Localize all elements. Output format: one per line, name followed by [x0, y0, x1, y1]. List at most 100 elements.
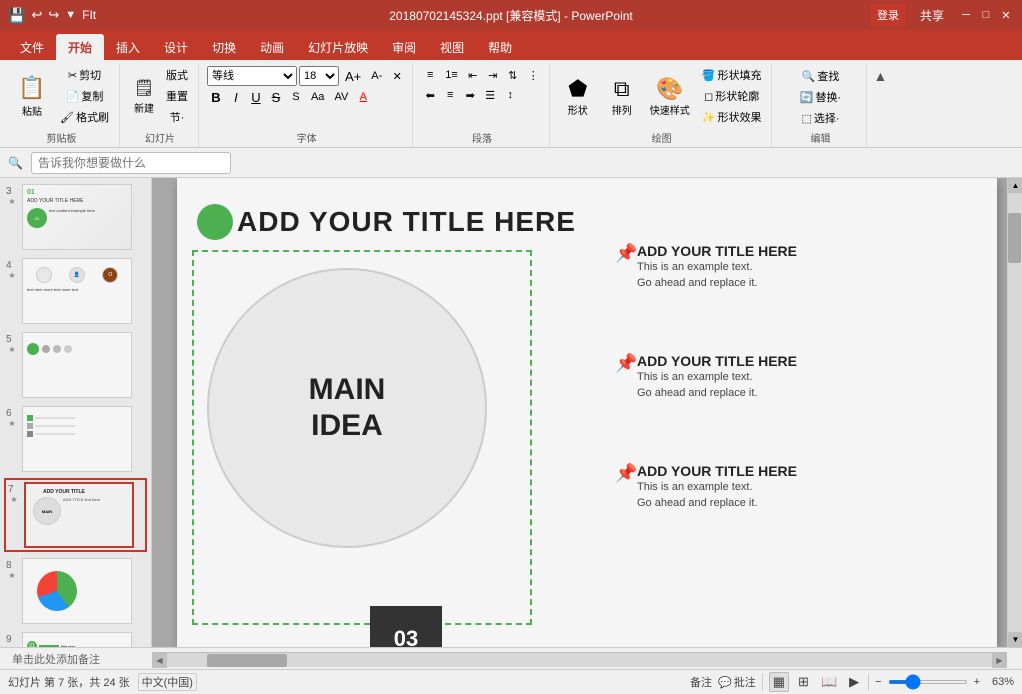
char-spacing-button[interactable]: AV — [330, 88, 352, 106]
align-center-button[interactable]: ≡ — [441, 86, 459, 104]
shape-outline-button[interactable]: ◻ 形状轮廓 — [698, 86, 766, 106]
find-button[interactable]: 🔍 查找 — [780, 66, 860, 86]
slide-sorter-button[interactable]: ⊞ — [795, 673, 812, 691]
status-separator2 — [868, 674, 869, 690]
slide-thumb-6[interactable]: 6 ★ — [4, 404, 147, 474]
indent-increase-button[interactable]: ⇥ — [484, 66, 502, 84]
paste-button[interactable]: 📋 粘贴 — [10, 66, 54, 126]
tab-help[interactable]: 帮助 — [476, 34, 524, 60]
arrange-button[interactable]: ⧉ 排列 — [602, 66, 642, 126]
shape-outline-label: 形状轮廓 — [715, 88, 759, 104]
slide-num-8: 8 — [6, 560, 18, 571]
clipboard-content: 📋 粘贴 ✂ 剪切 📄 复制 🖌 格式刷 — [10, 64, 113, 128]
reading-view-button[interactable]: 📖 — [818, 673, 840, 691]
slide-title[interactable]: ADD YOUR TITLE HERE — [237, 206, 576, 238]
tab-home[interactable]: 开始 — [56, 34, 104, 60]
customize-icon[interactable]: ▼ — [65, 9, 76, 21]
canvas-scroll-down[interactable]: ▼ — [1008, 632, 1022, 647]
restore-button[interactable]: □ — [978, 7, 994, 23]
format-painter-label: 格式刷 — [76, 109, 109, 125]
strikethrough-button[interactable]: S — [267, 88, 285, 106]
bold-button[interactable]: B — [207, 88, 225, 106]
slide-thumb-9[interactable]: 9 ★ 01 title text — [4, 630, 147, 647]
slide-thumb-5[interactable]: 5 ★ — [4, 330, 147, 400]
list-bullets-button[interactable]: ≡ — [421, 66, 439, 84]
tab-file[interactable]: 文件 — [8, 34, 56, 60]
main-circle[interactable]: MAIN IDEA — [207, 268, 487, 548]
font-size-select[interactable]: 18 — [299, 66, 339, 86]
change-case-button[interactable]: Aa — [307, 88, 328, 106]
layout-button[interactable]: 版式 — [162, 65, 192, 85]
zoom-in-button[interactable]: + — [974, 676, 980, 688]
tab-review[interactable]: 审阅 — [380, 34, 428, 60]
columns-button[interactable]: ⋮ — [524, 66, 543, 84]
paste-icon: 📋 — [18, 75, 45, 101]
font-color-button[interactable]: A — [354, 88, 372, 106]
item1-title[interactable]: ADD YOUR TITLE HERE — [637, 243, 797, 259]
shape-fill-button[interactable]: 🪣 形状填充 — [698, 65, 766, 85]
cut-button[interactable]: ✂ 剪切 — [56, 65, 113, 85]
comments-toggle-button[interactable]: 💬 批注 — [718, 674, 756, 690]
clear-format-button[interactable]: ✕ — [388, 67, 406, 85]
underline-button[interactable]: U — [247, 88, 265, 106]
zoom-out-button[interactable]: − — [875, 676, 881, 688]
format-painter-button[interactable]: 🖌 格式刷 — [56, 107, 113, 127]
zoom-range-input[interactable] — [888, 680, 968, 684]
tab-insert[interactable]: 插入 — [104, 34, 152, 60]
align-left-button[interactable]: ⬅ — [421, 86, 439, 104]
para-row2: ⬅ ≡ ➡ ☰ ↕ — [421, 86, 519, 104]
close-button[interactable]: ✕ — [998, 7, 1014, 23]
shape-effects-button[interactable]: ✨ 形状效果 — [698, 107, 766, 127]
minimize-button[interactable]: ─ — [958, 7, 974, 23]
slide-thumb-7[interactable]: 7 ★ ADD YOUR TITLE MAIN ADD TITLE text h… — [4, 478, 147, 552]
justify-button[interactable]: ☰ — [481, 86, 499, 104]
title-left: 💾 ↩ ↪ ▼ FIt — [8, 7, 96, 24]
horizontal-scrollbar: ◀ ▶ — [152, 652, 1007, 667]
redo-icon[interactable]: ↪ — [48, 7, 59, 23]
hscroll-right[interactable]: ▶ — [992, 653, 1007, 668]
replace-button[interactable]: 🔄 替换· — [780, 87, 860, 107]
zoom-level[interactable]: 63% — [986, 676, 1014, 688]
font-decrease-button[interactable]: A- — [367, 67, 386, 85]
section-button[interactable]: 节· — [162, 107, 192, 127]
search-input[interactable] — [31, 152, 231, 174]
tab-animations[interactable]: 动画 — [248, 34, 296, 60]
ribbon-collapse-button[interactable]: ▲ — [873, 68, 887, 84]
font-increase-button[interactable]: A+ — [341, 67, 365, 85]
hscroll-left[interactable]: ◀ — [152, 653, 167, 668]
tab-view[interactable]: 视图 — [428, 34, 476, 60]
shapes-button[interactable]: ⬟ 形状 — [558, 66, 598, 126]
item2-title[interactable]: ADD YOUR TITLE HERE — [637, 353, 797, 369]
copy-button[interactable]: 📄 复制 — [56, 86, 113, 106]
login-button[interactable]: 登录 — [870, 4, 906, 26]
tab-slideshow[interactable]: 幻灯片放映 — [296, 34, 380, 60]
tab-design[interactable]: 设计 — [152, 34, 200, 60]
quick-styles-button[interactable]: 🎨 快速样式 — [646, 66, 694, 126]
italic-button[interactable]: I — [227, 88, 245, 106]
normal-view-button[interactable]: ▦ — [769, 672, 789, 692]
list-numbers-button[interactable]: 1≡ — [441, 66, 462, 84]
slideshow-button[interactable]: ▶ — [846, 673, 862, 691]
slide-thumb-3[interactable]: 3 ★ 01 ADD YOUR TITLE HERE M text conten… — [4, 182, 147, 252]
align-right-button[interactable]: ➡ — [461, 86, 479, 104]
share-button[interactable]: 共享 — [920, 7, 944, 24]
slide-thumb-8[interactable]: 8 ★ — [4, 556, 147, 626]
indent-decrease-button[interactable]: ⇤ — [464, 66, 482, 84]
undo-icon[interactable]: ↩ — [31, 7, 42, 23]
item3-title[interactable]: ADD YOUR TITLE HERE — [637, 463, 797, 479]
canvas-scroll-up[interactable]: ▲ — [1008, 178, 1022, 193]
reset-button[interactable]: 重置 — [162, 86, 192, 106]
slide-thumb-4[interactable]: 4 ★ 👤 O text here more text more text — [4, 256, 147, 326]
text-shadow-button[interactable]: S — [287, 88, 305, 106]
font-name-select[interactable]: 等线 — [207, 66, 297, 86]
save-icon[interactable]: 💾 — [8, 7, 25, 24]
new-slide-button[interactable]: 🗒 新建 — [128, 66, 160, 126]
drawing-content: ⬟ 形状 ⧉ 排列 🎨 快速样式 🪣 形状填充 ◻ — [558, 64, 766, 128]
notes-bar[interactable]: 单击此处添加备注 ◀ ▶ — [0, 647, 1022, 669]
line-spacing-button[interactable]: ↕ — [501, 86, 519, 104]
text-direction-button[interactable]: ⇅ — [504, 66, 522, 84]
tab-transitions[interactable]: 切换 — [200, 34, 248, 60]
select-button[interactable]: ⬚ 选择· — [780, 108, 860, 128]
slide-star-6: ★ — [8, 419, 15, 428]
notes-toggle-button[interactable]: 备注 — [690, 674, 712, 690]
